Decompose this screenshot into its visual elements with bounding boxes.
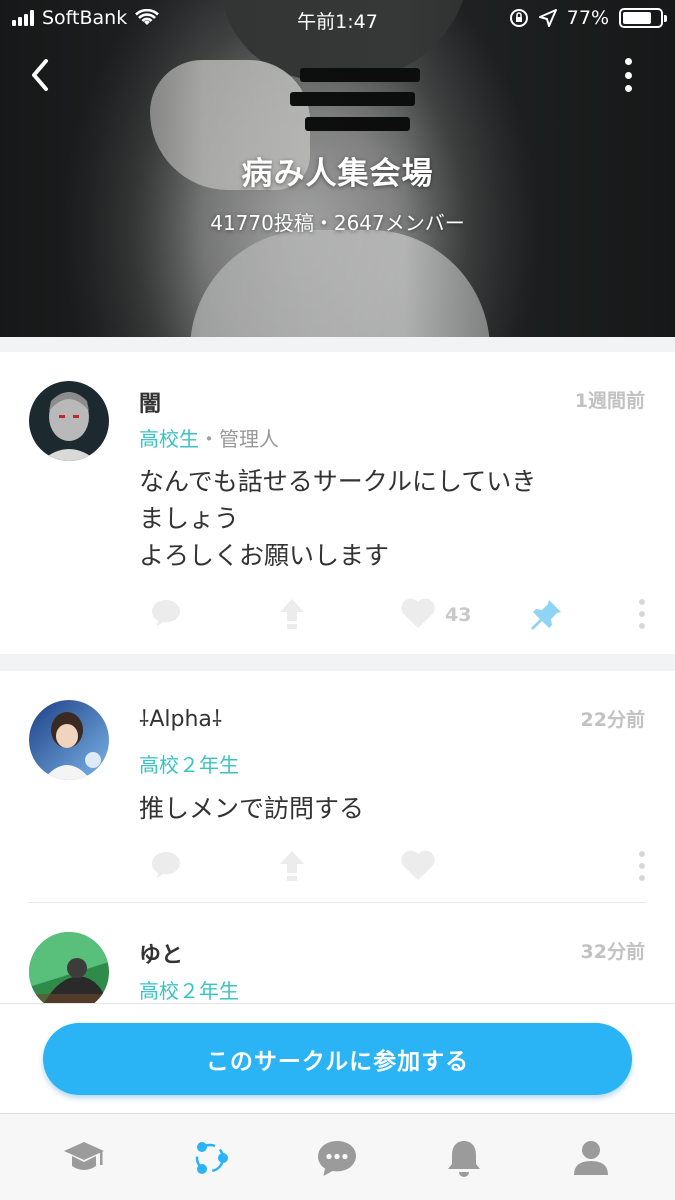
bell-icon (448, 1141, 480, 1177)
post-author[interactable]: ⸸Alpha⸸ (139, 703, 222, 733)
chevron-left-icon (32, 59, 48, 91)
role-label: 高校生 (139, 427, 199, 451)
post-author[interactable]: ゆと (139, 937, 183, 969)
like-count: 43 (445, 604, 472, 626)
heart-icon[interactable] (400, 597, 436, 629)
post-time: 32分前 (580, 941, 645, 963)
list-item[interactable]: ⸸Alpha⸸ 22分前 高校２年生 推しメンで訪問する (0, 671, 675, 901)
heart-icon[interactable] (400, 849, 436, 881)
list-item[interactable]: ゆと 32分前 高校２年生 (0, 903, 675, 1003)
pinned-post-card[interactable]: 闇 1週間前 高校生・管理人 なんでも話せるサークルにしていき ましょう よろし… (0, 352, 675, 654)
tab-school[interactable] (60, 1134, 108, 1182)
post-time: 1週間前 (574, 390, 645, 412)
circle-title: 病み人集会場 (241, 156, 434, 192)
rotation-lock-icon (509, 9, 528, 27)
join-circle-button[interactable]: このサークルに参加する (43, 1023, 632, 1095)
avatar[interactable] (29, 932, 109, 1003)
post-list: ⸸Alpha⸸ 22分前 高校２年生 推しメンで訪問する ゆと 32分前 高校２… (0, 671, 675, 1003)
post-time: 22分前 (580, 709, 645, 731)
status-bar: SoftBank 午前1:47 77% (0, 0, 675, 38)
tab-chat[interactable] (313, 1134, 361, 1182)
role-label: 高校２年生 (139, 753, 239, 777)
comment-icon[interactable] (150, 850, 182, 880)
post-line: なんでも話せるサークルにしていき (139, 467, 537, 496)
role-label: 高校２年生 (139, 979, 239, 1003)
tab-circles[interactable] (186, 1134, 234, 1182)
back-button[interactable] (22, 55, 62, 95)
post-body: 推しメンで訪問する (139, 790, 364, 827)
avatar[interactable] (29, 381, 109, 461)
repost-icon[interactable] (279, 850, 305, 882)
avatar[interactable] (29, 700, 109, 780)
location-icon (538, 9, 557, 27)
post-actions: 43 (0, 594, 675, 634)
post-body: なんでも話せるサークルにしていき ましょう よろしくお願いします (139, 463, 536, 574)
battery-percent: 77% (566, 7, 609, 29)
tab-profile[interactable] (567, 1134, 615, 1182)
post-actions (0, 846, 675, 886)
bottom-tab-bar (0, 1113, 675, 1200)
repost-icon[interactable] (279, 598, 305, 630)
tab-notifications[interactable] (440, 1134, 488, 1182)
role-separator: ・ (199, 427, 219, 451)
battery-icon (619, 8, 667, 28)
chat-bubble-icon (318, 1141, 356, 1176)
circle-stats: 41770投稿・2647メンバー (210, 211, 465, 235)
post-menu-button[interactable] (638, 851, 646, 881)
comment-icon[interactable] (150, 598, 182, 628)
graduation-cap-icon (64, 1142, 104, 1170)
more-options-button[interactable] (621, 58, 635, 92)
author-role: 高校生・管理人 (139, 423, 279, 452)
admin-badge: 管理人 (219, 427, 279, 451)
pin-icon[interactable] (529, 598, 563, 632)
profile-icon (574, 1141, 608, 1175)
join-bar: このサークルに参加する (0, 1003, 675, 1113)
post-line: ましょう (139, 504, 240, 533)
post-line: よろしくお願いします (139, 541, 390, 570)
post-menu-button[interactable] (638, 599, 646, 629)
post-author[interactable]: 闇 (139, 386, 161, 418)
circle-network-icon (195, 1142, 228, 1174)
post-line: 推しメンで訪問する (139, 794, 365, 823)
